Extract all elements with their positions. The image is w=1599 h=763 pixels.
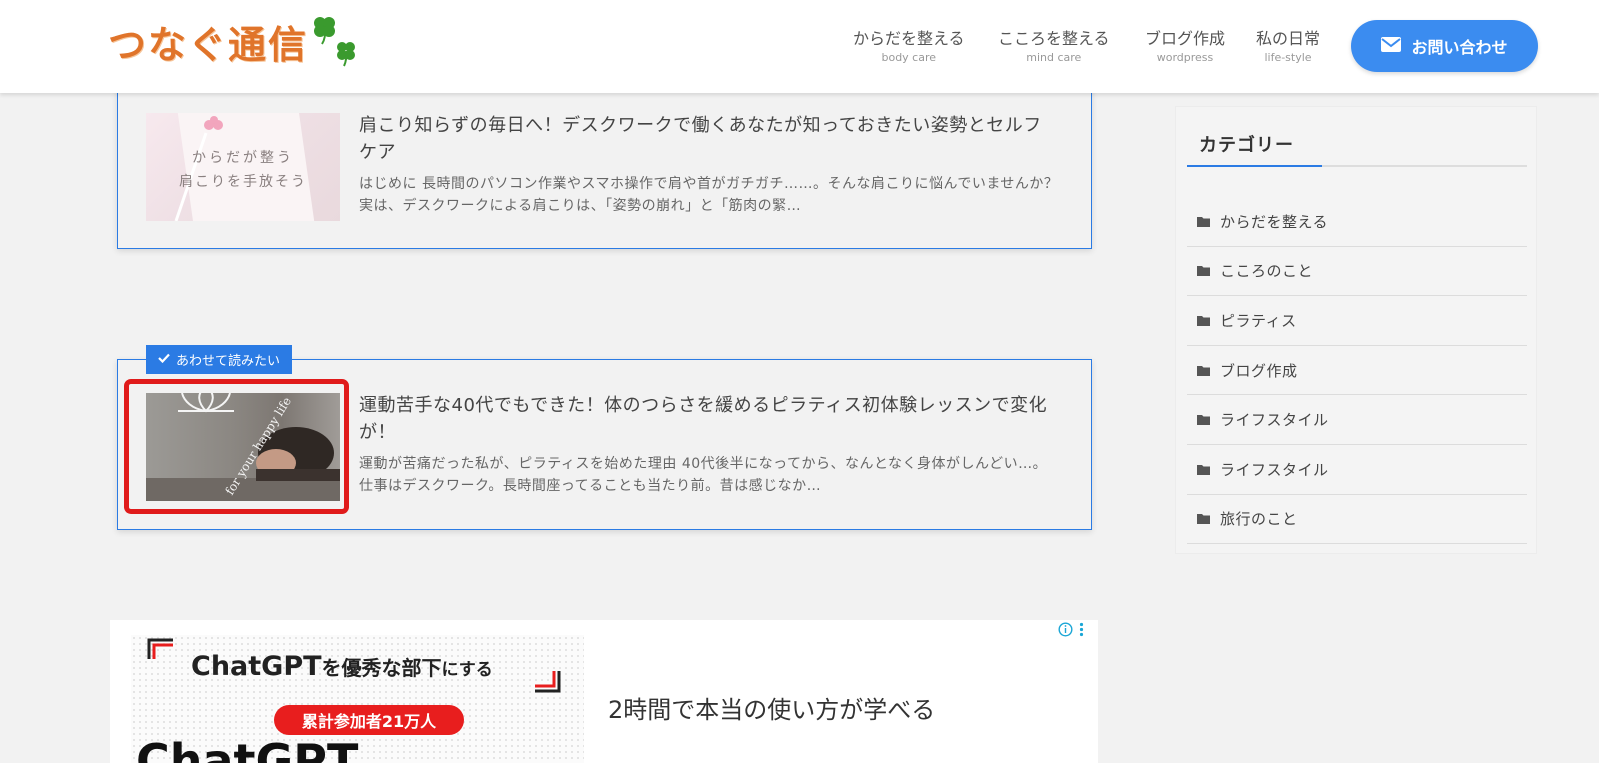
ad-banner[interactable]: ChatGPTを優秀な部下にする 累計参加者21万人 ChatGPT 2時間で本… bbox=[110, 620, 1098, 763]
category-label: 旅行のこと bbox=[1220, 510, 1298, 529]
post-excerpt: はじめに 長時間のパソコン作業やスマホ操作で肩や首がガチガチ……。そんな肩こりに… bbox=[359, 176, 1059, 214]
widget-title-underline bbox=[1187, 165, 1527, 167]
folder-icon bbox=[1197, 261, 1210, 280]
folder-icon bbox=[1197, 311, 1210, 330]
category-item[interactable]: こころのこと bbox=[1187, 247, 1527, 297]
category-item[interactable]: からだを整える bbox=[1187, 197, 1527, 247]
site-header: つなぐ通信 からだを整える body care こころを整える mind car… bbox=[0, 0, 1599, 93]
nav-sublabel: life-style bbox=[1264, 51, 1312, 64]
nav-life-style[interactable]: 私の日常 life-style bbox=[1256, 28, 1320, 64]
category-widget: カテゴリー からだを整える こころのこと ピラティス ブログ作成 ライフスタイル… bbox=[1175, 106, 1537, 554]
widget-title: カテゴリー bbox=[1199, 135, 1294, 156]
logo-text: つなぐ通信 bbox=[108, 22, 309, 67]
post-title[interactable]: 肩こり知らずの毎日へ！デスクワークで働くあなたが知っておきたい姿勢とセルフケア bbox=[359, 112, 1059, 166]
info-icon[interactable] bbox=[1058, 622, 1073, 641]
thumbnail-caption-1: からだが整う bbox=[192, 150, 294, 166]
category-label: からだを整える bbox=[1220, 212, 1329, 231]
ad-image[interactable]: ChatGPTを優秀な部下にする 累計参加者21万人 ChatGPT bbox=[131, 635, 584, 763]
related-label: あわせて読みたい bbox=[146, 345, 293, 374]
category-item[interactable]: ライフスタイル bbox=[1187, 395, 1527, 445]
folder-icon bbox=[1197, 410, 1210, 429]
category-item[interactable]: ブログ作成 bbox=[1187, 346, 1527, 396]
post-thumbnail[interactable]: からだが整う 肩こりを手放そう bbox=[146, 113, 340, 221]
more-options-icon[interactable] bbox=[1079, 622, 1084, 641]
nav-sublabel: body care bbox=[881, 51, 937, 64]
nav-label: 私の日常 bbox=[1256, 29, 1321, 48]
nav-mind-care[interactable]: こころを整える mind care bbox=[998, 28, 1110, 64]
nav-sublabel: wordpress bbox=[1156, 51, 1214, 64]
clover-icon bbox=[310, 14, 358, 70]
nav-body-care[interactable]: からだを整える body care bbox=[853, 28, 965, 64]
nav-label: からだを整える bbox=[853, 29, 965, 48]
post-title[interactable]: 運動苦手な40代でもできた！体のつらさを緩めるピラティス初体験レッスンで変化が！ bbox=[359, 392, 1059, 446]
ad-choices[interactable] bbox=[1058, 622, 1084, 641]
category-label: ライフスタイル bbox=[1220, 460, 1329, 479]
category-label: ブログ作成 bbox=[1220, 361, 1298, 380]
nav-label: こころを整える bbox=[998, 29, 1110, 48]
folder-icon bbox=[1197, 212, 1210, 231]
ad-badge: 累計参加者21万人 bbox=[274, 705, 464, 735]
folder-icon bbox=[1197, 361, 1210, 380]
category-item[interactable]: ピラティス bbox=[1187, 296, 1527, 346]
folder-icon bbox=[1197, 509, 1210, 528]
category-item[interactable]: ライフスタイル bbox=[1187, 445, 1527, 495]
thumbnail-caption-2: 肩こりを手放そう bbox=[179, 174, 307, 190]
site-logo[interactable]: つなぐ通信 bbox=[108, 14, 358, 70]
category-label: ライフスタイル bbox=[1220, 411, 1329, 430]
contact-button[interactable]: お問い合わせ bbox=[1351, 20, 1538, 72]
category-label: こころのこと bbox=[1220, 262, 1314, 281]
mail-icon bbox=[1381, 36, 1402, 56]
thumbnail-highlight-box bbox=[124, 379, 349, 514]
ad-tagline[interactable]: 2時間で本当の使い方が学べる bbox=[608, 690, 935, 725]
folder-icon bbox=[1197, 460, 1210, 479]
ad-headline: ChatGPTを優秀な部下にする bbox=[191, 651, 493, 682]
related-post-card[interactable]: からだが整う 肩こりを手放そう 肩こり知らずの毎日へ！デスクワークで働くあなたが… bbox=[117, 80, 1092, 249]
category-list: からだを整える こころのこと ピラティス ブログ作成 ライフスタイル ライフスタ… bbox=[1187, 197, 1527, 545]
post-excerpt: 運動が苦痛だった私が、ピラティスを始めた理由 40代後半になってから、なんとなく… bbox=[359, 456, 1048, 494]
nav-sublabel: mind care bbox=[1026, 51, 1082, 64]
contact-label: お問い合わせ bbox=[1411, 38, 1508, 57]
category-item[interactable]: 旅行のこと bbox=[1187, 495, 1527, 545]
category-label: ピラティス bbox=[1220, 311, 1297, 330]
check-icon bbox=[158, 352, 170, 367]
ad-big-text: ChatGPT bbox=[136, 734, 359, 763]
related-label-text: あわせて読みたい bbox=[176, 354, 281, 369]
nav-label: ブログ作成 bbox=[1145, 29, 1226, 48]
nav-wordpress[interactable]: ブログ作成 wordpress bbox=[1145, 28, 1225, 64]
